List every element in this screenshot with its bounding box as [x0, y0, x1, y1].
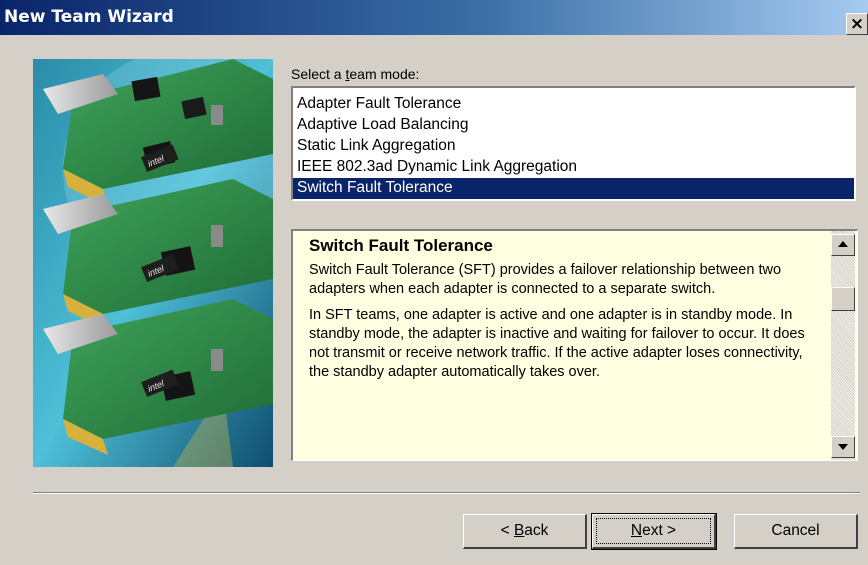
back-button[interactable]: < Back [463, 514, 587, 549]
mode-description-panel: Switch Fault Tolerance Switch Fault Tole… [291, 229, 858, 461]
network-cards-illustration: intel intel intel [33, 59, 273, 467]
team-mode-label: Select a team mode: [291, 66, 420, 82]
mode-description-paragraph: Switch Fault Tolerance (SFT) provides a … [309, 262, 782, 297]
cancel-button[interactable]: Cancel [734, 514, 858, 549]
close-button[interactable]: × [846, 13, 868, 35]
team-mode-option[interactable]: Adaptive Load Balancing [293, 115, 854, 136]
wizard-artwork: intel intel intel [33, 59, 273, 467]
team-mode-option-selected[interactable]: Switch Fault Tolerance [293, 178, 854, 199]
next-button[interactable]: Next > [591, 513, 717, 550]
mode-description-paragraph: In SFT teams, one adapter is active and … [309, 307, 805, 380]
description-scrollbar[interactable] [831, 231, 855, 460]
footer-separator [33, 492, 860, 494]
scroll-down-button[interactable] [831, 436, 855, 458]
team-mode-option[interactable]: Static Link Aggregation [293, 136, 854, 157]
title-bar: New Team Wizard × [0, 0, 868, 35]
scroll-up-button[interactable] [831, 234, 855, 256]
team-mode-option[interactable]: Adapter Fault Tolerance [293, 94, 854, 115]
arrow-up-icon [838, 241, 848, 247]
scroll-thumb[interactable] [831, 287, 855, 311]
window-title: New Team Wizard [4, 7, 174, 27]
focus-rectangle [596, 518, 711, 544]
arrow-down-icon [838, 444, 848, 450]
team-mode-listbox[interactable]: Adapter Fault Tolerance Adaptive Load Ba… [291, 86, 856, 201]
mode-description-title: Switch Fault Tolerance [309, 236, 493, 255]
team-mode-option[interactable]: IEEE 802.3ad Dynamic Link Aggregation [293, 157, 854, 178]
close-icon: × [849, 14, 865, 34]
mode-description-text: Switch Fault Tolerance Switch Fault Tole… [309, 235, 814, 389]
